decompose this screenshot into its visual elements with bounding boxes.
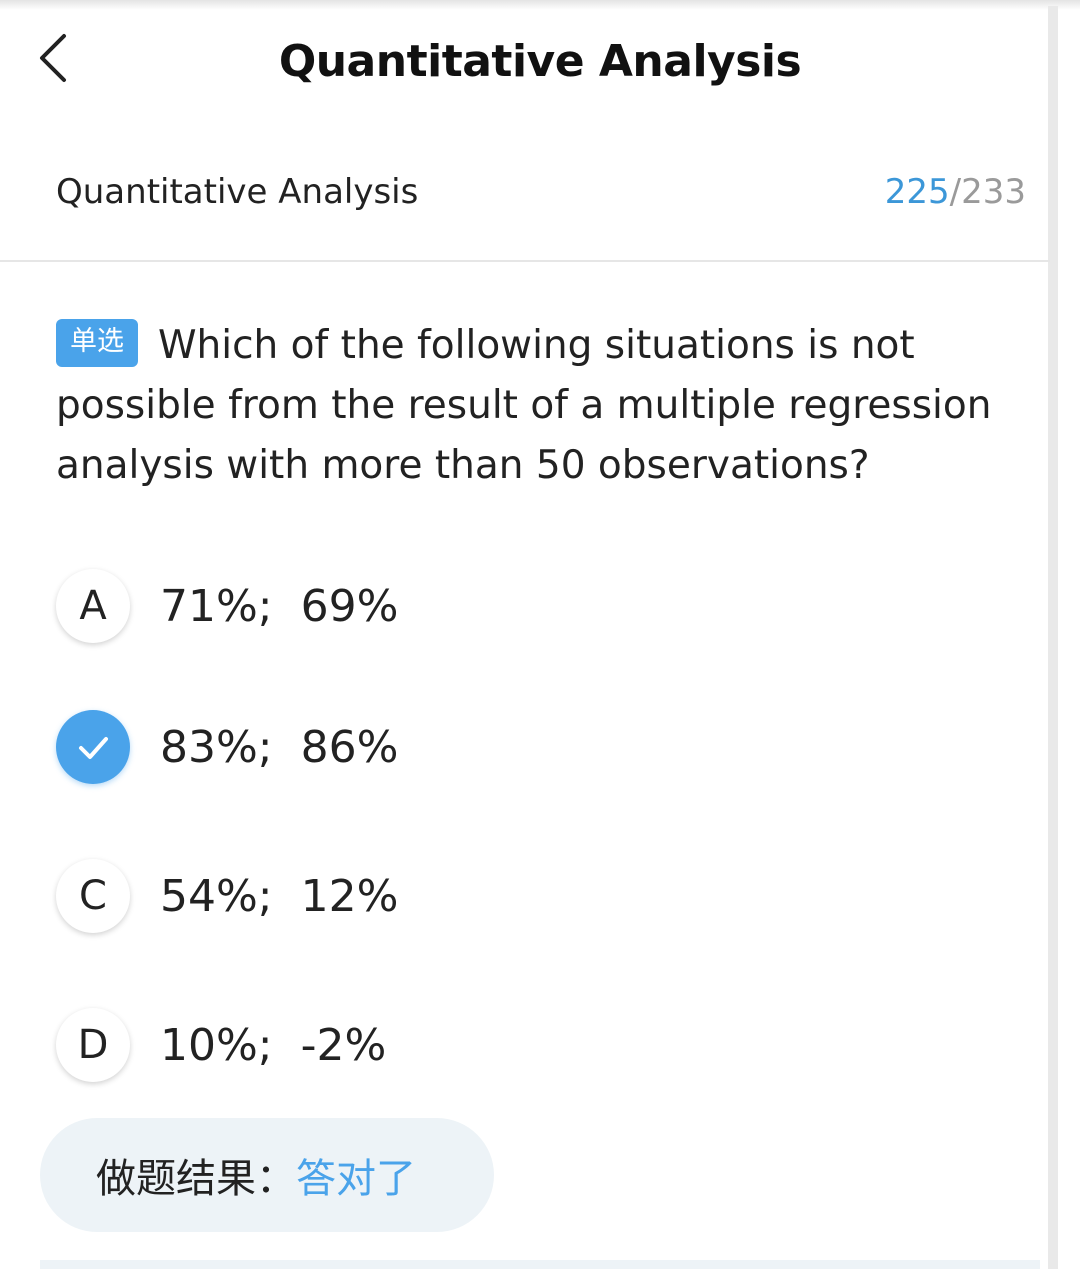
progress-total: 233: [961, 172, 1026, 212]
header: Quantitative Analysis: [0, 0, 1050, 130]
option-b-text: 83%; 86%: [160, 721, 399, 773]
question-text: Which of the following situations is not…: [56, 323, 992, 488]
question-type-badge: 单选: [56, 319, 138, 367]
option-a-marker: A: [56, 569, 130, 643]
result-box: 做题结果： 答对了: [40, 1118, 494, 1232]
next-panel-edge: [40, 1260, 1040, 1269]
option-c[interactable]: C 54%; 12%: [56, 858, 398, 934]
page-title: Quantitative Analysis: [278, 36, 802, 87]
question-progress: 225/233: [885, 172, 1026, 212]
question-text-block: 单选 Which of the following situations is n…: [56, 316, 1016, 496]
subheader: Quantitative Analysis 225/233: [0, 150, 1050, 262]
progress-current: 225: [884, 172, 950, 212]
option-c-marker: C: [56, 859, 130, 933]
option-b[interactable]: 83%; 86%: [56, 709, 398, 785]
category-label: Quantitative Analysis: [56, 172, 419, 212]
question-screen: Quantitative Analysis Quantitative Analy…: [0, 0, 1080, 1269]
checkmark-icon: [79, 737, 108, 759]
option-d-marker: D: [56, 1008, 130, 1082]
option-b-marker: [56, 710, 130, 784]
option-c-text: 54%; 12%: [160, 870, 399, 922]
option-d[interactable]: D 10%; -2%: [56, 1007, 386, 1083]
option-a[interactable]: A 71%; 69%: [56, 568, 398, 644]
option-d-text: 10%; -2%: [160, 1019, 387, 1071]
option-a-text: 71%; 69%: [160, 580, 399, 632]
result-label: 做题结果：: [96, 1156, 296, 1202]
progress-separator: /: [949, 172, 962, 212]
result-value: 答对了: [296, 1156, 416, 1202]
